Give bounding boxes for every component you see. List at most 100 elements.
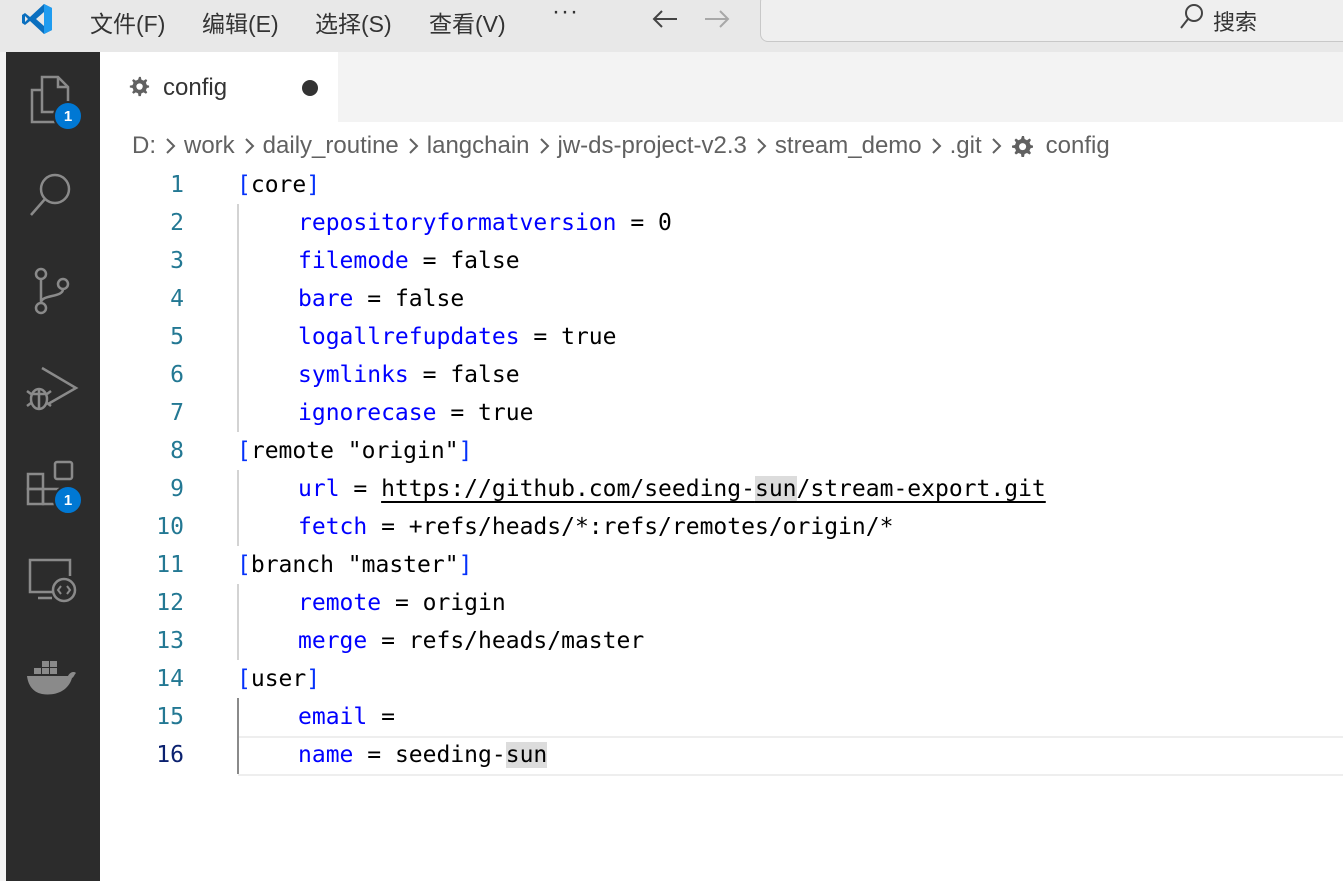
- line-number: 4: [170, 286, 184, 312]
- config-key: repositoryformatversion: [298, 210, 617, 236]
- remote-explorer-icon[interactable]: [22, 552, 80, 610]
- breadcrumb-item[interactable]: langchain: [427, 132, 530, 160]
- code-line[interactable]: ignorecase = true: [237, 394, 533, 432]
- section-name: branch "master": [250, 552, 459, 578]
- url-link[interactable]: https://github.com/seeding-sun/stream-ex…: [381, 476, 1046, 502]
- config-key: name: [298, 742, 354, 768]
- line-number: 14: [156, 666, 184, 692]
- config-value: 0: [658, 210, 672, 236]
- config-key: ignorecase: [298, 400, 437, 426]
- chevron-right-icon: [539, 138, 549, 154]
- breadcrumb-item[interactable]: .git: [950, 132, 982, 160]
- config-key: remote: [298, 590, 382, 616]
- window-edge: [0, 52, 6, 881]
- bracket-open: [: [237, 666, 251, 692]
- section-name: user: [250, 666, 307, 692]
- config-key: symlinks: [298, 362, 409, 388]
- line-number: 2: [170, 210, 184, 236]
- breadcrumb-item[interactable]: stream_demo: [775, 132, 922, 160]
- menu-view[interactable]: 查看(V): [429, 5, 506, 39]
- config-value: +refs/heads/*:refs/remotes/origin/*: [408, 514, 894, 540]
- code-line-current[interactable]: name = seeding-sun: [237, 736, 548, 774]
- gear-icon: [129, 76, 150, 97]
- arrow-right-icon[interactable]: [702, 8, 732, 30]
- vscode-logo-icon[interactable]: [20, 2, 54, 36]
- breadcrumb-item[interactable]: D:: [132, 132, 156, 160]
- search-icon: [1180, 4, 1203, 29]
- code-line[interactable]: bare = false: [237, 280, 464, 318]
- config-key: filemode: [298, 248, 409, 274]
- extensions-badge: 1: [53, 485, 83, 515]
- bracket-close: ]: [458, 552, 473, 578]
- code-line-section[interactable]: [core]: [237, 166, 320, 204]
- tab-label[interactable]: config: [163, 74, 227, 102]
- line-number: 15: [156, 704, 184, 730]
- unsaved-dot-icon[interactable]: [302, 80, 318, 96]
- config-value: refs/heads/master: [408, 628, 645, 654]
- config-key: email: [298, 704, 368, 730]
- config-key: fetch: [298, 514, 368, 540]
- search-label: 搜索: [1213, 10, 1258, 35]
- breadcrumb-item[interactable]: work: [184, 132, 235, 160]
- config-key: url: [298, 476, 340, 502]
- config-value: seeding-: [394, 742, 506, 768]
- operator: =: [353, 286, 395, 312]
- bracket-open: [: [237, 552, 251, 578]
- code-line[interactable]: merge = refs/heads/master: [237, 622, 644, 660]
- config-value: true: [478, 400, 534, 426]
- gear-icon: [1011, 136, 1033, 157]
- docker-icon[interactable]: [22, 650, 80, 708]
- operator: =: [367, 514, 409, 540]
- operator: =: [436, 400, 479, 426]
- source-control-icon[interactable]: [22, 262, 80, 320]
- menu-more-button[interactable]: ···: [552, 0, 579, 26]
- line-number: 13: [156, 628, 184, 654]
- chevron-right-icon: [166, 138, 176, 154]
- title-bar: 文件(F) 编辑(E) 选择(S) 查看(V) ··· 搜索: [0, 0, 1343, 52]
- code-line[interactable]: url = https://github.com/seeding-sun/str…: [237, 470, 1046, 508]
- line-number: 3: [170, 248, 184, 274]
- menu-edit[interactable]: 编辑(E): [202, 5, 279, 39]
- chevron-right-icon: [757, 138, 767, 154]
- breadcrumb-item[interactable]: jw-ds-project-v2.3: [558, 132, 747, 160]
- breadcrumb-item[interactable]: config: [1046, 132, 1110, 160]
- config-value: false: [394, 286, 465, 312]
- menu-file[interactable]: 文件(F): [90, 5, 165, 39]
- debug-icon[interactable]: [22, 358, 80, 416]
- operator: =: [339, 476, 382, 502]
- bracket-close: ]: [306, 172, 321, 198]
- config-value: false: [450, 248, 520, 274]
- word-highlight: sun: [505, 742, 548, 768]
- config-value: true: [561, 324, 617, 350]
- operator: =: [408, 248, 451, 274]
- code-line[interactable]: symlinks = false: [237, 356, 520, 394]
- code-line[interactable]: remote = origin: [237, 584, 506, 622]
- operator: =: [616, 210, 659, 236]
- section-name: core: [250, 172, 307, 198]
- search-icon[interactable]: [22, 166, 80, 224]
- code-line[interactable]: fetch = +refs/heads/*:refs/remotes/origi…: [237, 508, 893, 546]
- code-line[interactable]: filemode = false: [237, 242, 520, 280]
- menu-selection[interactable]: 选择(S): [315, 5, 392, 39]
- line-number: 1: [170, 172, 184, 198]
- bracket-close: ]: [458, 438, 473, 464]
- code-line-section[interactable]: [user]: [237, 660, 320, 698]
- code-line[interactable]: repositoryformatversion = 0: [237, 204, 672, 242]
- line-number: 9: [170, 476, 184, 502]
- line-number: 10: [156, 514, 184, 540]
- chevron-right-icon: [991, 138, 1002, 154]
- config-value: false: [450, 362, 520, 388]
- breadcrumb-item[interactable]: daily_routine: [263, 132, 399, 160]
- bracket-open: [: [237, 172, 251, 198]
- code-line-section[interactable]: [branch "master"]: [237, 546, 472, 584]
- line-number: 8: [170, 438, 184, 464]
- arrow-left-icon[interactable]: [650, 8, 680, 30]
- chevron-right-icon: [931, 138, 942, 154]
- code-line[interactable]: email =: [237, 698, 395, 736]
- line-number: 6: [170, 362, 184, 388]
- line-number: 5: [170, 324, 184, 350]
- code-line-section[interactable]: [remote "origin"]: [237, 432, 472, 470]
- word-highlight: sun: [754, 476, 797, 502]
- code-line[interactable]: logallrefupdates = true: [237, 318, 617, 356]
- operator: =: [367, 628, 409, 654]
